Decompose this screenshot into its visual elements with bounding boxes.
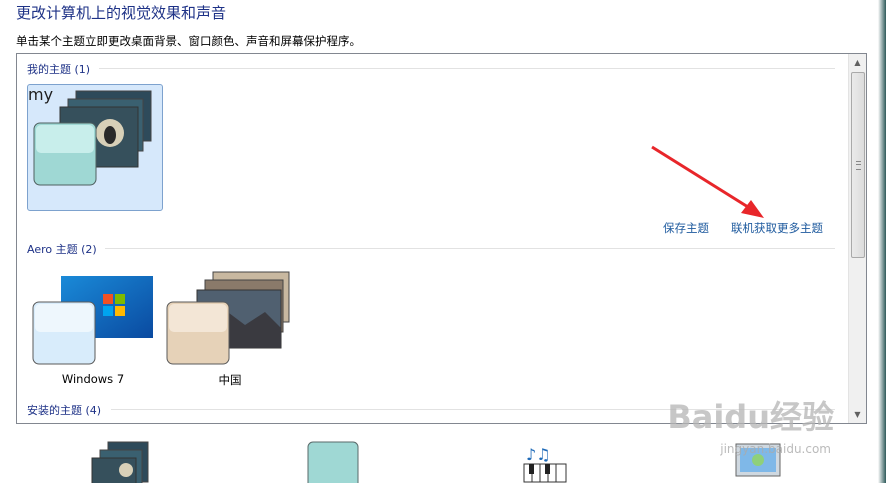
theme-item-my[interactable]: my [27,84,163,211]
page-title: 更改计算机上的视觉效果和声音 [16,4,227,22]
group-divider [99,68,835,69]
group-divider [105,248,835,249]
theme-label-windows-7: Windows 7 [61,372,125,386]
vertical-scrollbar[interactable]: ▲ ▼ [848,54,866,423]
group-header-my-themes: 我的主题 (1) [27,63,91,76]
theme-thumbnail-windows-7 [32,276,153,365]
group-header-installed-themes: 安装的主题 (4) [27,404,102,417]
sounds-icon[interactable]: ♪♫ [520,440,572,483]
watermark-logo: Baidu经验 [667,398,834,436]
theme-thumbnail-china [166,271,290,365]
theme-item-windows-7[interactable]: Windows 7 [31,272,155,390]
scrollbar-thumb[interactable] [851,72,865,258]
scroll-down-arrow-icon[interactable]: ▼ [849,406,866,423]
theme-list-panel: 我的主题 (1) my 保存主题 联机获取更多主题 Aero 主题 (2) Wi… [16,53,867,424]
group-header-aero-themes: Aero 主题 (2) [27,243,97,256]
theme-item-china[interactable]: 中国 [165,270,295,390]
watermark-url: jingyan.baidu.com [720,442,831,456]
svg-text:♪♫: ♪♫ [526,445,551,464]
theme-thumbnail-my [33,90,152,186]
save-theme-link[interactable]: 保存主题 [663,220,709,236]
desktop-background-icon[interactable] [90,440,150,483]
page-subtitle: 单击某个主题立即更改桌面背景、窗口颜色、声音和屏幕保护程序。 [16,34,361,48]
scroll-up-arrow-icon[interactable]: ▲ [849,54,866,71]
get-more-themes-online-link[interactable]: 联机获取更多主题 [731,220,823,236]
window-color-icon[interactable] [306,440,360,483]
window-edge [878,0,886,483]
theme-label-china: 中国 [218,373,242,387]
